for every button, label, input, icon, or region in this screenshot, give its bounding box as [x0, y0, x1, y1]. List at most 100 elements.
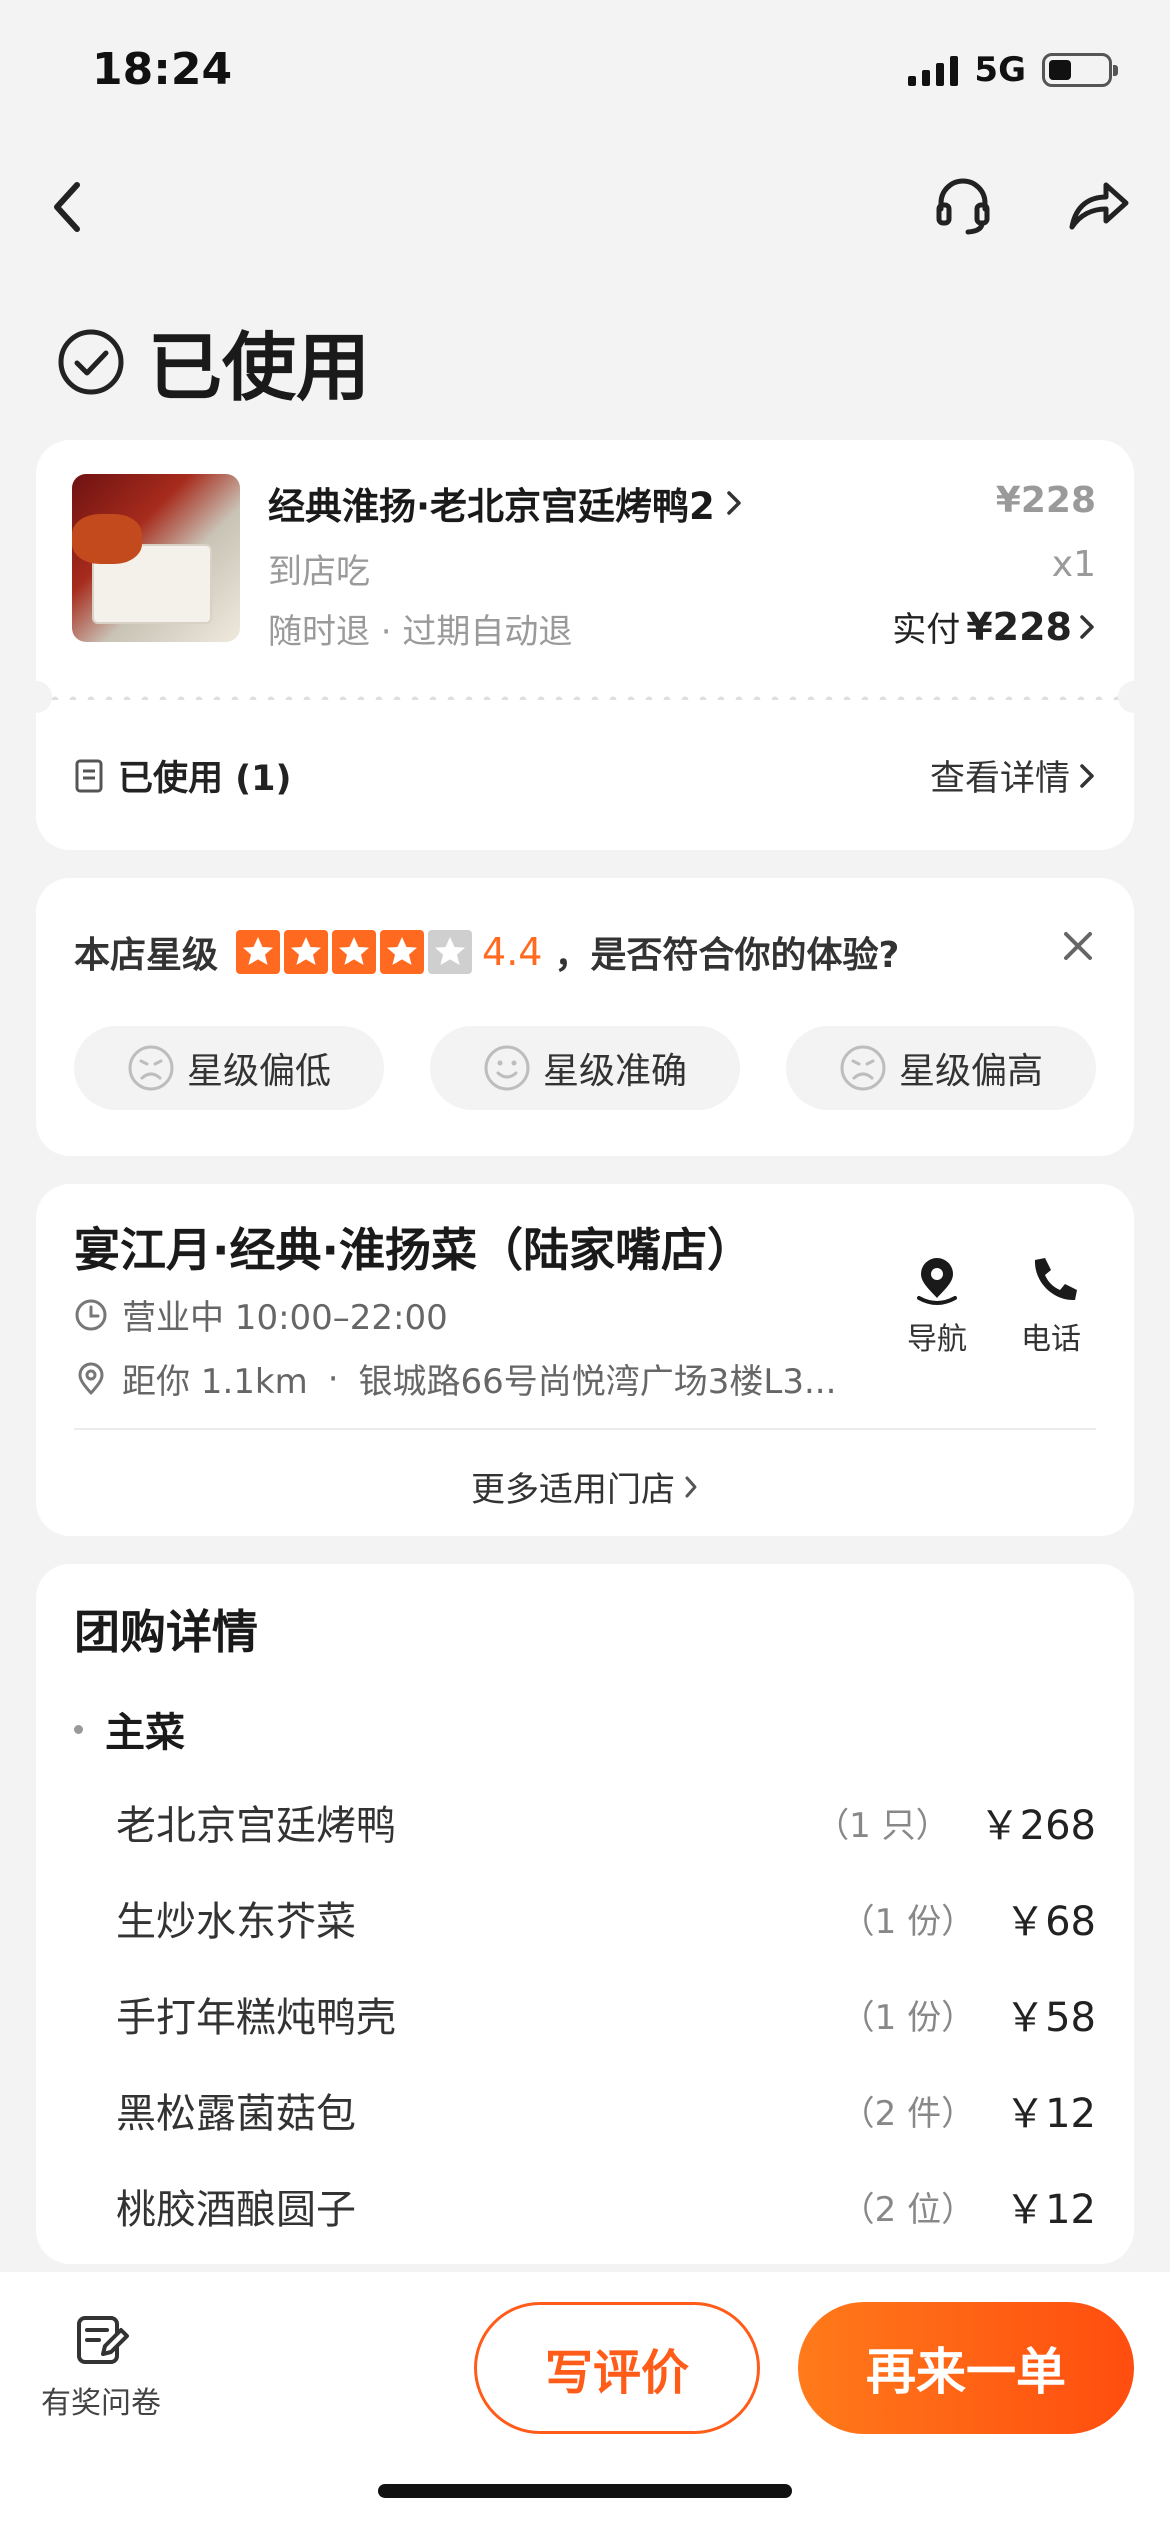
write-review-button[interactable]: 写评价	[474, 2302, 760, 2434]
chevron-right-icon	[1080, 763, 1094, 788]
star-empty-icon	[428, 930, 473, 974]
star-filled-icon	[380, 930, 425, 974]
chevron-right-icon	[727, 491, 741, 515]
navigate-button[interactable]: 导航	[882, 1254, 992, 1358]
view-details-label: 查看详情	[929, 759, 1070, 799]
clock-icon	[75, 1299, 107, 1330]
rating-option-low-label: 星级偏低	[186, 1051, 331, 1092]
order-card: 经典淮扬·老北京宫廷烤鸭2 到店吃 随时退 · 过期自动退 ¥228 x1 实付…	[20, 440, 1150, 850]
share-button[interactable]	[1064, 170, 1134, 240]
separator-dot: ·	[327, 1358, 339, 1399]
rating-prefix: 本店星级	[74, 935, 219, 976]
dish-name: 黑松露菌菇包	[116, 2091, 356, 2137]
paid-label: 实付	[892, 610, 961, 650]
section-heading: 主菜	[74, 1700, 185, 1758]
paid-amount-link[interactable]: 实付 ¥228	[892, 602, 1096, 651]
close-icon	[1064, 932, 1092, 960]
view-details-link[interactable]: 查看详情	[930, 750, 1096, 801]
star-filled-icon	[236, 930, 281, 974]
survey-edit-icon	[77, 2316, 129, 2364]
battery-icon	[1042, 53, 1118, 87]
dish-unit: （2 位）	[840, 2189, 976, 2230]
list-item: 黑松露菌菇包 （2 件） ￥12	[116, 2080, 1096, 2140]
store-address-row[interactable]: 距你 1.1km · 银城路66号尚悦湾广场3楼L3...	[74, 1354, 836, 1403]
rating-option-high-label: 星级偏高	[898, 1051, 1043, 1092]
dish-price: ￥12	[1005, 2187, 1096, 2233]
survey-button[interactable]: 有奖问卷	[36, 2312, 166, 2422]
list-item: 手打年糕炖鸭壳 （1 份） ￥58	[116, 1984, 1096, 2044]
bullet-dot	[74, 1724, 83, 1734]
dish-name: 桃胶酒酿圆子	[116, 2187, 356, 2233]
refund-policy: 随时退 · 过期自动退	[268, 612, 573, 652]
customer-service-button[interactable]	[928, 170, 998, 240]
store-distance: 距你 1.1km	[122, 1362, 308, 1402]
dish-unit: （1 只）	[815, 1805, 950, 1846]
document-icon	[75, 759, 103, 792]
frown-face-icon	[840, 1045, 886, 1091]
product-name: 经典淮扬·老北京宫廷烤鸭2	[268, 485, 715, 528]
call-label: 电话	[1021, 1322, 1081, 1357]
list-item: 桃胶酒酿圆子 （2 位） ￥12	[116, 2176, 1096, 2236]
group-detail-card: 团购详情 主菜 老北京宫廷烤鸭 （1 只） ￥268 生炒水东芥菜 （1 份） …	[36, 1564, 1134, 2264]
location-pin-icon	[78, 1362, 104, 1394]
more-stores-label: 更多适用门店	[471, 1470, 675, 1510]
section-title: 主菜	[105, 1710, 185, 1756]
star-rating	[236, 930, 473, 974]
paid-amount: ¥228	[966, 604, 1072, 649]
rating-question-text: ，是否符合你的体验?	[554, 935, 900, 976]
dine-type: 到店吃	[268, 552, 370, 592]
rating-option-high[interactable]: 星级偏高	[786, 1026, 1096, 1110]
dish-name: 老北京宫廷烤鸭	[116, 1803, 396, 1849]
store-hours-row: 营业中 10:00–22:00	[74, 1290, 448, 1339]
rating-option-accurate[interactable]: 星级准确	[430, 1026, 740, 1110]
product-thumbnail[interactable]	[72, 474, 240, 642]
ticket-notch-right	[1118, 681, 1150, 713]
page-title: 已使用	[148, 325, 370, 411]
dish-price: ￥68	[1005, 1899, 1096, 1945]
voucher-status-row: 已使用 (1) 查看详情	[74, 750, 1096, 801]
status-time: 18:24	[92, 44, 233, 95]
store-hours: 营业中 10:00–22:00	[122, 1298, 448, 1338]
star-filled-icon	[332, 930, 377, 974]
dish-name: 生炒水东芥菜	[116, 1899, 356, 1945]
store-name: 宴江月·经典·淮扬菜（陆家嘴店）	[74, 1223, 753, 1277]
list-item: 老北京宫廷烤鸭 （1 只） ￥268	[116, 1792, 1096, 1852]
survey-label: 有奖问卷	[41, 2386, 161, 2421]
share-icon	[1069, 182, 1129, 230]
used-count: 已使用 (1)	[118, 759, 292, 799]
network-type: 5G	[974, 50, 1026, 90]
dish-unit: （1 份）	[840, 1901, 976, 1942]
list-item: 生炒水东芥菜 （1 份） ￥68	[116, 1888, 1096, 1948]
dish-unit: （2 件）	[840, 2093, 976, 2134]
store-card: 宴江月·经典·淮扬菜（陆家嘴店） 营业中 10:00–22:00 距你 1.1k…	[36, 1184, 1134, 1536]
rating-question: 本店星级 4.4 ，是否符合你的体验?	[74, 926, 899, 978]
headset-icon	[936, 178, 990, 235]
ticket-notch-left	[20, 681, 52, 713]
rating-option-accurate-label: 星级准确	[542, 1051, 687, 1092]
dotted-divider	[46, 696, 1124, 700]
star-filled-icon	[284, 930, 329, 974]
back-button[interactable]	[32, 172, 102, 242]
store-address: 银城路66号尚悦湾广场3楼L3...	[358, 1362, 837, 1402]
dish-price: ￥12	[1005, 2091, 1096, 2137]
check-circle-icon	[58, 329, 124, 394]
rating-score: 4.4	[482, 930, 543, 974]
sad-face-icon	[128, 1045, 174, 1091]
more-stores-link[interactable]: 更多适用门店	[36, 1462, 1134, 1511]
reorder-button[interactable]: 再来一单	[798, 2302, 1134, 2434]
phone-icon	[1034, 1258, 1077, 1301]
unit-price: ¥228	[995, 480, 1096, 521]
smile-face-icon	[484, 1045, 530, 1091]
product-name-link[interactable]: 经典淮扬·老北京宫廷烤鸭2	[268, 476, 743, 530]
rating-card: 本店星级 4.4 ，是否符合你的体验? 星级偏低 星级准确 星级偏高	[36, 878, 1134, 1156]
call-button[interactable]: 电话	[996, 1254, 1106, 1358]
dish-price: ￥58	[1005, 1995, 1096, 2041]
group-detail-title: 团购详情	[74, 1605, 258, 1659]
quantity: x1	[1051, 544, 1096, 585]
signal-icon	[908, 54, 959, 86]
navigation-pin-icon	[917, 1258, 957, 1305]
dish-unit: （1 份）	[840, 1997, 976, 2038]
close-rating-button[interactable]	[1062, 930, 1094, 966]
rating-option-low[interactable]: 星级偏低	[74, 1026, 384, 1110]
chevron-left-icon	[54, 182, 80, 232]
